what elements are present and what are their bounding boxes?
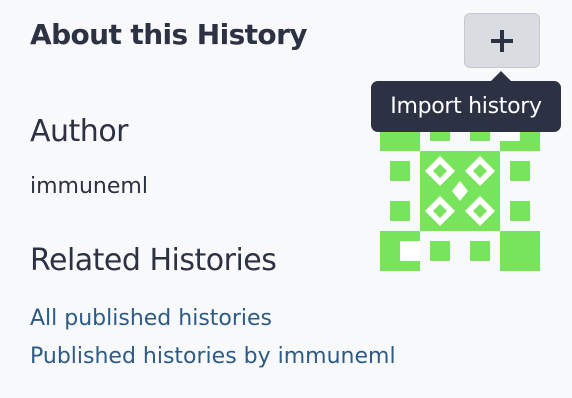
author-avatar [380,111,540,271]
tooltip-arrow [491,71,511,81]
related-histories-heading: Related Histories [30,243,277,278]
author-heading: Author [30,114,129,149]
plus-icon [491,29,513,52]
author-name: immuneml [30,174,148,199]
published-histories-by-author-link[interactable]: Published histories by immuneml [30,344,396,369]
about-history-heading: About this History [30,18,308,51]
import-history-tooltip: Import history [371,81,561,132]
all-published-histories-link[interactable]: All published histories [30,306,272,331]
import-history-button[interactable] [464,13,540,68]
